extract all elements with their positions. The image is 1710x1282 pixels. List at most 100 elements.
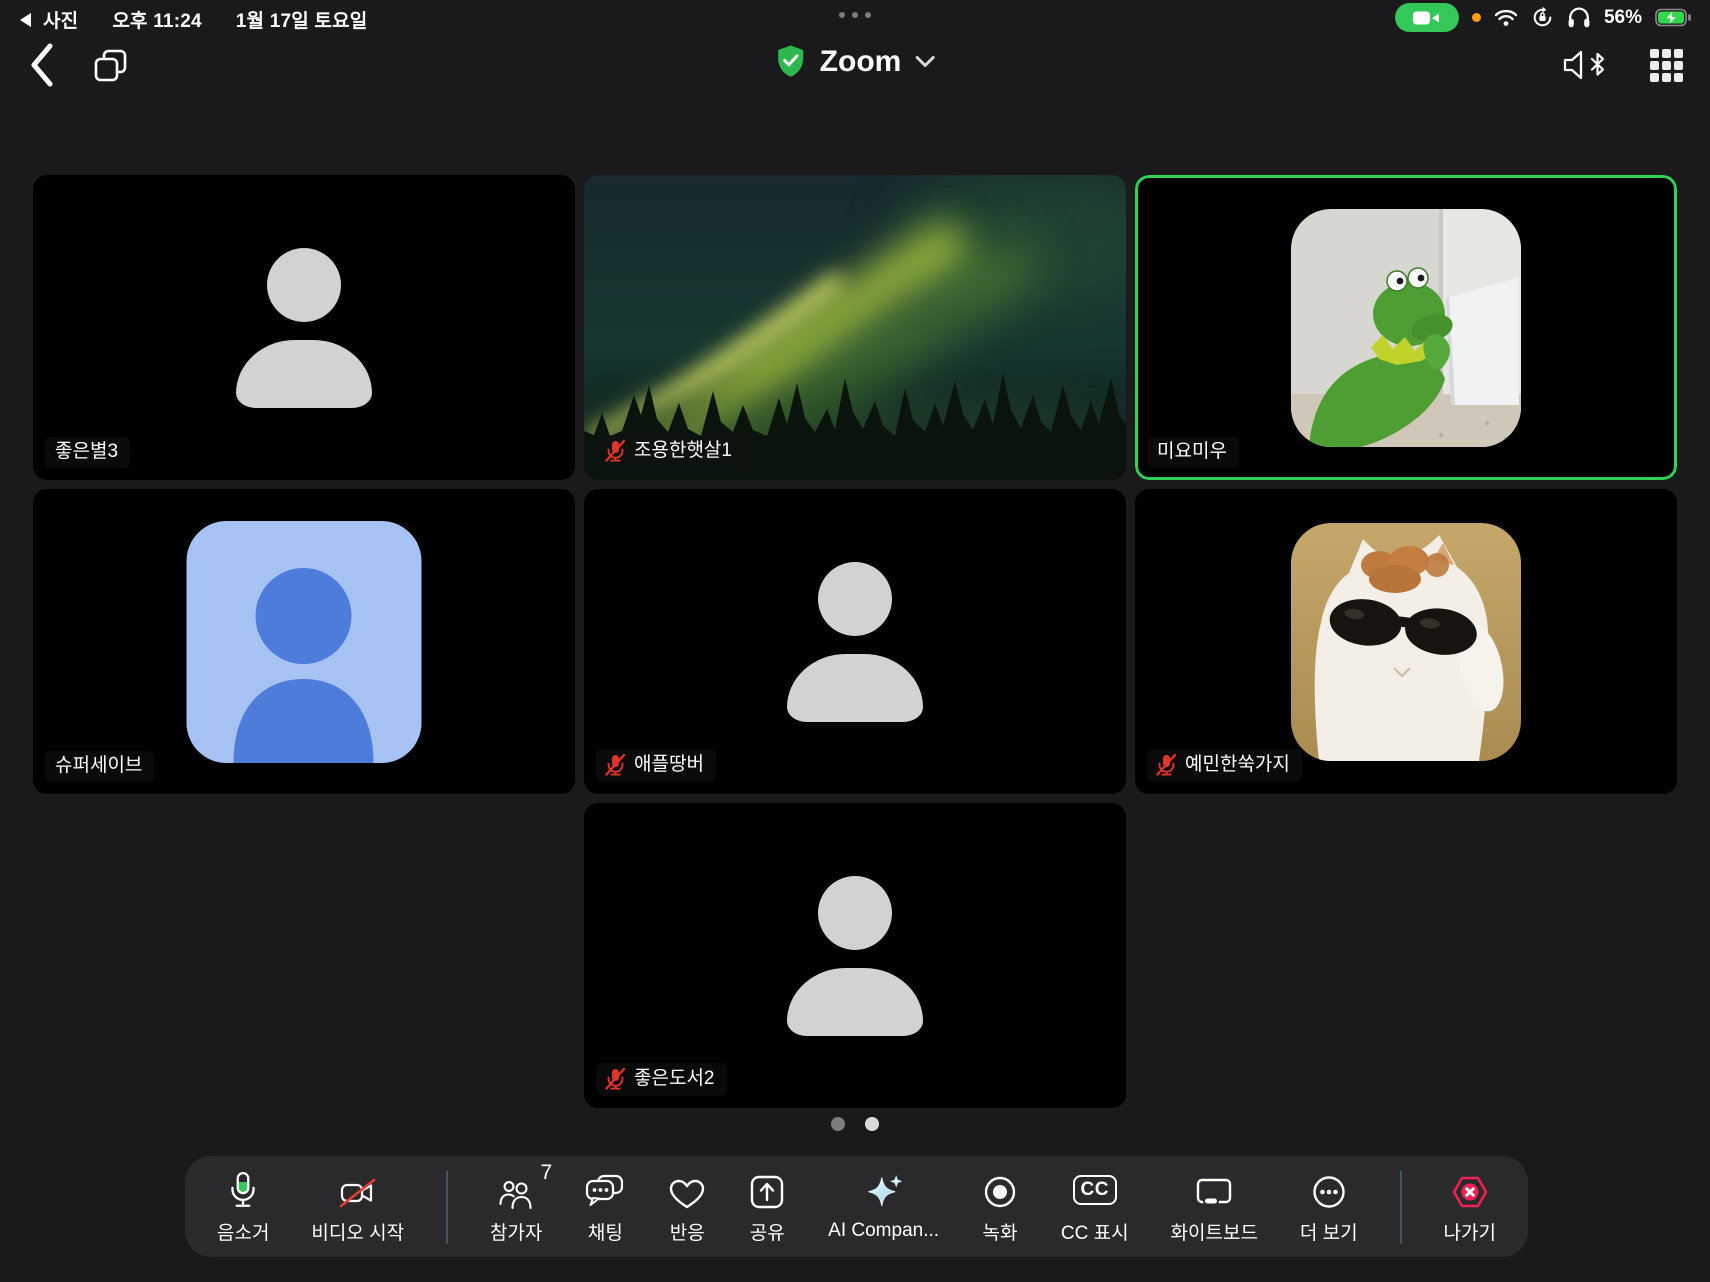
headphones-icon bbox=[1567, 6, 1591, 29]
rotation-lock-icon bbox=[1531, 6, 1554, 29]
status-time: 오후 11:24 bbox=[112, 6, 201, 33]
leave-meeting-button[interactable]: 나가기 bbox=[1444, 1169, 1496, 1245]
start-video-button[interactable]: 비디오 시작 bbox=[311, 1169, 404, 1245]
participant-name: 좋은별3 bbox=[55, 441, 118, 463]
back-to-app-icon[interactable] bbox=[20, 13, 31, 27]
participant-tile-active-speaker[interactable]: 미요미우 bbox=[1135, 175, 1677, 480]
share-screen-icon bbox=[748, 1173, 786, 1211]
gallery-view-grid-button[interactable] bbox=[1649, 48, 1684, 83]
heart-icon bbox=[668, 1177, 706, 1211]
participants-icon bbox=[497, 1177, 535, 1211]
speaker-bluetooth-button[interactable] bbox=[1561, 46, 1607, 84]
nav-bar: Zoom bbox=[0, 36, 1710, 96]
mic-muted-icon bbox=[1155, 753, 1177, 777]
camera-active-indicator bbox=[1395, 3, 1459, 32]
more-button[interactable]: 더 보기 bbox=[1300, 1169, 1358, 1245]
participant-tile[interactable]: 조용한햇살1 bbox=[584, 175, 1126, 480]
chevron-left-icon bbox=[28, 42, 54, 88]
participant-name-tag: 미요미우 bbox=[1147, 437, 1239, 468]
chevron-down-icon bbox=[914, 55, 935, 68]
cc-label: CC 표시 bbox=[1061, 1218, 1129, 1245]
multitask-dots-icon bbox=[839, 12, 871, 18]
blue-person-avatar bbox=[187, 521, 422, 763]
gray-person-avatar bbox=[787, 562, 923, 722]
back-button[interactable] bbox=[28, 42, 54, 93]
chat-label: 채팅 bbox=[588, 1218, 623, 1245]
page-dot-1[interactable] bbox=[831, 1117, 845, 1131]
participant-name-tag: 좋은도서2 bbox=[596, 1063, 727, 1096]
grid-row-1: 좋은별3 bbox=[33, 175, 1677, 480]
video-off-icon bbox=[338, 1175, 378, 1211]
mic-muted-icon bbox=[604, 439, 626, 463]
record-icon bbox=[981, 1173, 1019, 1211]
participant-tile[interactable]: 애플땅버 bbox=[584, 489, 1126, 794]
participant-name: 예민한쑥가지 bbox=[1185, 754, 1290, 776]
leave-hexagon-x-icon bbox=[1450, 1173, 1490, 1211]
nav-right bbox=[1561, 46, 1684, 84]
participant-tile[interactable]: 좋은별3 bbox=[33, 175, 575, 480]
privacy-indicator-dot bbox=[1472, 13, 1481, 22]
mic-muted-icon bbox=[604, 753, 626, 777]
participant-tile[interactable]: 예민한쑥가지 bbox=[1135, 489, 1677, 794]
mute-label: 음소거 bbox=[217, 1218, 269, 1245]
reactions-button[interactable]: 반응 bbox=[668, 1169, 706, 1245]
mute-button[interactable]: 음소거 bbox=[217, 1169, 269, 1245]
meeting-title-dropdown[interactable]: Zoom bbox=[775, 44, 936, 79]
status-left: 사진 오후 11:24 1월 17일 토요일 bbox=[20, 6, 367, 33]
reactions-label: 반응 bbox=[670, 1218, 705, 1245]
participant-name-tag: 애플땅버 bbox=[596, 749, 716, 782]
whiteboard-button[interactable]: 화이트보드 bbox=[1171, 1169, 1258, 1245]
whiteboard-label: 화이트보드 bbox=[1171, 1218, 1258, 1245]
leave-label: 나가기 bbox=[1444, 1218, 1496, 1245]
gray-person-avatar bbox=[787, 876, 923, 1036]
gray-person-avatar bbox=[236, 248, 372, 408]
chat-bubbles-icon bbox=[584, 1173, 626, 1211]
zoom-meeting-screen: 사진 오후 11:24 1월 17일 토요일 bbox=[0, 0, 1710, 1282]
mic-muted-icon bbox=[604, 1067, 626, 1091]
toolbar-divider bbox=[446, 1170, 448, 1244]
cc-icon: CC bbox=[1073, 1175, 1117, 1205]
sunglasses-cat-avatar-photo bbox=[1291, 523, 1521, 761]
ai-companion-label: AI Compan... bbox=[828, 1220, 939, 1242]
grid-row-2: 슈퍼세이브 애플땅버 bbox=[33, 489, 1677, 794]
page-dot-2[interactable] bbox=[865, 1117, 879, 1131]
wifi-icon bbox=[1494, 8, 1518, 27]
participant-grid: 좋은별3 bbox=[33, 175, 1677, 1117]
ai-sparkle-icon bbox=[864, 1173, 904, 1213]
participants-label: 참가자 bbox=[490, 1218, 542, 1245]
meeting-title: Zoom bbox=[820, 45, 902, 79]
participant-tile[interactable]: 슈퍼세이브 bbox=[33, 489, 575, 794]
participant-tile[interactable]: 좋은도서2 bbox=[584, 803, 1126, 1108]
participant-name: 슈퍼세이브 bbox=[55, 755, 142, 777]
security-shield-icon bbox=[775, 44, 807, 79]
battery-icon bbox=[1655, 8, 1692, 27]
overlapping-windows-icon bbox=[92, 48, 130, 84]
status-date: 1월 17일 토요일 bbox=[236, 6, 368, 33]
participant-name: 애플땅버 bbox=[634, 754, 704, 776]
closed-captions-button[interactable]: CC CC 표시 bbox=[1061, 1169, 1129, 1245]
share-button[interactable]: 공유 bbox=[748, 1169, 786, 1245]
microphone-icon bbox=[225, 1171, 261, 1211]
toolbar-divider bbox=[1400, 1170, 1402, 1244]
battery-percent: 56% bbox=[1604, 7, 1642, 29]
participant-name: 미요미우 bbox=[1157, 441, 1227, 463]
back-to-app-label[interactable]: 사진 bbox=[43, 6, 78, 33]
kermit-avatar-photo bbox=[1291, 209, 1521, 447]
multi-window-button[interactable] bbox=[92, 48, 130, 89]
ai-companion-button[interactable]: AI Compan... bbox=[828, 1171, 939, 1242]
record-button[interactable]: 녹화 bbox=[981, 1169, 1019, 1245]
page-indicator bbox=[0, 1117, 1710, 1131]
share-label: 공유 bbox=[750, 1218, 785, 1245]
grid-row-3: 좋은도서2 bbox=[33, 803, 1677, 1108]
more-ellipsis-icon bbox=[1310, 1173, 1348, 1211]
record-label: 녹화 bbox=[983, 1218, 1018, 1245]
participant-name-tag: 좋은별3 bbox=[45, 437, 130, 468]
whiteboard-icon bbox=[1193, 1175, 1235, 1211]
more-label: 더 보기 bbox=[1300, 1218, 1358, 1245]
participants-count-badge: 7 bbox=[540, 1161, 552, 1185]
participants-button[interactable]: 7 참가자 bbox=[490, 1169, 542, 1245]
video-camera-icon bbox=[1412, 9, 1442, 27]
meeting-toolbar: 음소거 비디오 시작 7 bbox=[185, 1156, 1528, 1257]
participant-name: 좋은도서2 bbox=[634, 1068, 715, 1090]
chat-button[interactable]: 채팅 bbox=[584, 1169, 626, 1245]
